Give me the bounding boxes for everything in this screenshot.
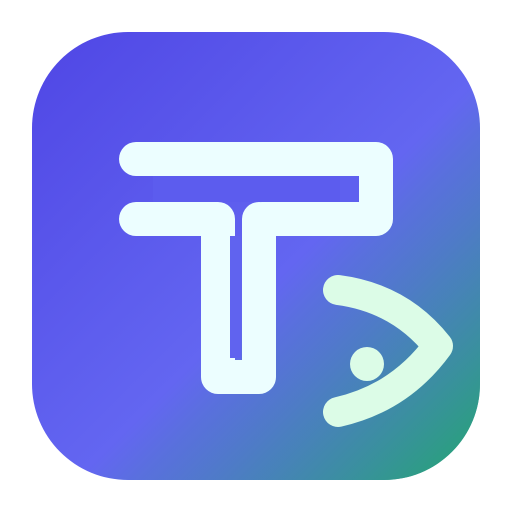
eye-pupil (350, 347, 384, 381)
icon-canvas (0, 0, 512, 512)
t-top-gap-right (340, 176, 359, 202)
t-stem-notch (230, 236, 241, 358)
app-logo (32, 32, 480, 480)
t-top-gap (153, 176, 359, 202)
